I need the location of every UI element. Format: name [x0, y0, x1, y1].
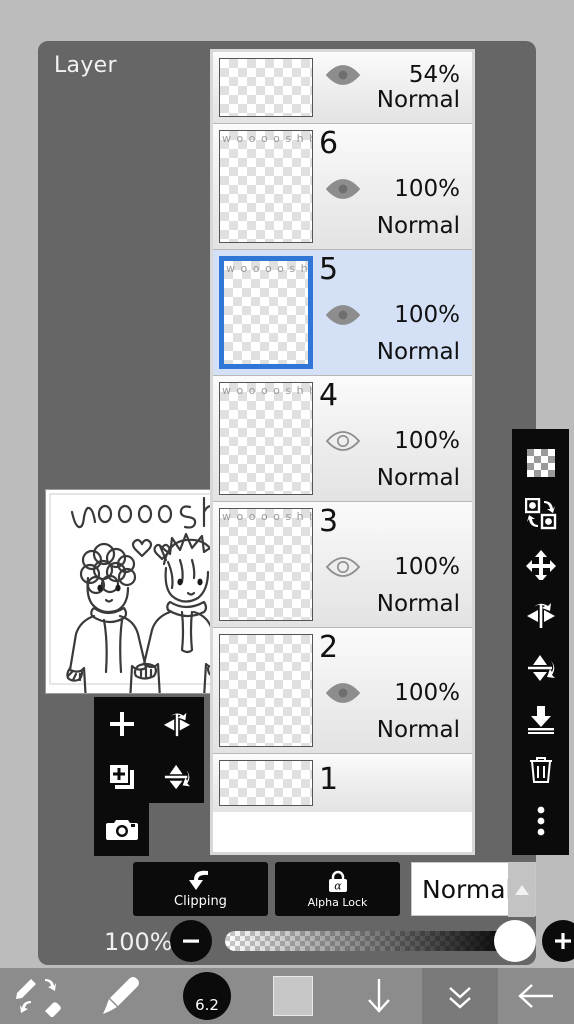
- layer-popup-toolbar: [94, 697, 204, 856]
- layer-thumbnail-text: w o o o o s h h: [226, 262, 313, 275]
- table-row[interactable]: w o o o o s h h 4 100% Normal: [213, 376, 472, 502]
- visibility-eye-icon[interactable]: [325, 430, 361, 452]
- double-chevron-down-icon[interactable]: [422, 968, 498, 1024]
- clipping-arrow-icon: [188, 870, 208, 890]
- color-swatch-icon[interactable]: [250, 968, 336, 1024]
- opacity-slider-row: 100%: [48, 920, 574, 962]
- layer-opacity-value: 54%: [408, 62, 460, 88]
- opacity-decrease-button[interactable]: [170, 920, 212, 962]
- layer-opacity-value: 100%: [394, 428, 460, 454]
- layer-info: 4 100% Normal: [313, 378, 468, 495]
- table-row[interactable]: 54% Normal: [213, 52, 472, 124]
- layer-info: 1: [313, 760, 468, 806]
- move-icon[interactable]: [521, 545, 561, 585]
- layer-opacity-value: 100%: [394, 176, 460, 202]
- alpha-lock-label: Alpha Lock: [307, 895, 368, 909]
- layer-thumbnail[interactable]: w o o o o s h h: [219, 130, 313, 243]
- layer-number: 6: [319, 126, 339, 161]
- layer-blend-mode: Normal: [376, 213, 460, 239]
- merge-down-icon[interactable]: [521, 699, 561, 739]
- visibility-eye-icon[interactable]: [325, 304, 361, 326]
- layer-thumbnail-text: w o o o o s h h: [222, 132, 313, 145]
- layer-number: 2: [319, 630, 339, 665]
- layer-info: 3 100% Normal: [313, 504, 468, 621]
- layer-visibility-toggle[interactable]: [325, 304, 361, 326]
- duplicate-layer-icon[interactable]: [94, 750, 149, 803]
- layer-visibility-toggle[interactable]: [325, 430, 361, 452]
- layer-visibility-toggle[interactable]: [325, 178, 361, 200]
- brush-size-button[interactable]: 6.2: [164, 968, 250, 1024]
- current-color-swatch: [273, 976, 313, 1016]
- camera-icon[interactable]: [94, 803, 149, 856]
- swap-layers-icon[interactable]: [521, 494, 561, 534]
- layer-number: 1: [319, 762, 339, 797]
- svg-text:α: α: [334, 879, 342, 892]
- table-row[interactable]: w o o o o s h h 3 100% Normal: [213, 502, 472, 628]
- layer-blend-mode: Normal: [376, 339, 460, 365]
- layer-number: 4: [319, 378, 339, 413]
- clipping-button[interactable]: Clipping: [133, 862, 268, 916]
- layer-opacity-value: 100%: [394, 302, 460, 328]
- alpha-lock-button[interactable]: α Alpha Lock: [275, 862, 400, 916]
- layer-blend-mode: Normal: [376, 87, 460, 113]
- layer-thumbnail[interactable]: [219, 760, 313, 806]
- visibility-eye-icon[interactable]: [325, 556, 361, 578]
- layer-thumbnail[interactable]: [219, 58, 313, 117]
- layer-visibility-toggle[interactable]: [325, 64, 361, 86]
- layer-action-toolbar: [512, 429, 569, 855]
- opacity-slider-track[interactable]: [225, 931, 517, 951]
- layer-thumbnail-text: w o o o o s h h: [222, 384, 313, 397]
- blend-mode-value: Normal: [422, 874, 513, 904]
- page-title: Layer: [54, 53, 117, 78]
- layer-blend-mode: Normal: [376, 465, 460, 491]
- flip-vertical-icon[interactable]: [149, 750, 204, 803]
- opacity-slider-knob[interactable]: [494, 920, 536, 962]
- alpha-lock-icon: α: [328, 870, 347, 892]
- layer-info: 5 100% Normal: [313, 252, 468, 369]
- layer-number: 5: [319, 252, 339, 287]
- visibility-eye-icon[interactable]: [325, 682, 361, 704]
- flip-horizontal-icon[interactable]: [149, 697, 204, 750]
- table-row[interactable]: w o o o o s h h 5 100% Normal: [213, 250, 472, 376]
- layer-blend-mode: Normal: [376, 591, 460, 617]
- layer-blend-mode: Normal: [376, 717, 460, 743]
- layer-thumbnail-text: w o o o o s h h: [222, 510, 313, 523]
- layer-list[interactable]: 54% Normal w o o o o s h h 6 100% Normal w o o…: [210, 49, 475, 855]
- add-layer-icon[interactable]: [94, 697, 149, 750]
- visibility-eye-icon[interactable]: [325, 64, 361, 86]
- flip-vertical-icon[interactable]: [521, 648, 561, 688]
- trash-icon[interactable]: [521, 750, 561, 790]
- layer-opacity-value: 100%: [394, 680, 460, 706]
- table-row[interactable]: 1: [213, 754, 472, 812]
- brush-size-indicator: 6.2: [183, 972, 231, 1020]
- layer-info: 2 100% Normal: [313, 630, 468, 747]
- blend-mode-select[interactable]: Normal: [411, 862, 536, 917]
- clipping-label: Clipping: [174, 893, 227, 909]
- brush-icon[interactable]: [78, 968, 164, 1024]
- layer-opacity-value: 100%: [394, 554, 460, 580]
- opacity-value: 100%: [104, 928, 173, 956]
- transparency-checker-icon[interactable]: [521, 443, 561, 483]
- layer-thumbnail[interactable]: w o o o o s h h: [219, 256, 313, 369]
- layer-mode-controls: Clipping α Alpha Lock Normal: [48, 862, 536, 917]
- more-options-icon[interactable]: [521, 801, 561, 841]
- layer-thumbnail[interactable]: w o o o o s h h: [219, 508, 313, 621]
- flip-horizontal-icon[interactable]: [521, 596, 561, 636]
- layer-thumbnail[interactable]: w o o o o s h h: [219, 382, 313, 495]
- up-arrow-icon[interactable]: [508, 863, 535, 917]
- layer-info: 54% Normal: [313, 58, 468, 117]
- layer-visibility-toggle[interactable]: [325, 556, 361, 578]
- layer-info: 6 100% Normal: [313, 126, 468, 243]
- layer-number: 3: [319, 504, 339, 539]
- visibility-eye-icon[interactable]: [325, 178, 361, 200]
- back-arrow-icon[interactable]: [498, 968, 574, 1024]
- down-arrow-icon[interactable]: [336, 968, 422, 1024]
- table-row[interactable]: w o o o o s h h 6 100% Normal: [213, 124, 472, 250]
- undo-redo-brush-eraser-icon[interactable]: [0, 968, 78, 1024]
- bottom-app-bar: 6.2: [0, 968, 574, 1024]
- brush-size-value: 6.2: [195, 996, 219, 1014]
- layer-thumbnail[interactable]: [219, 634, 313, 747]
- layer-visibility-toggle[interactable]: [325, 682, 361, 704]
- table-row[interactable]: 2 100% Normal: [213, 628, 472, 754]
